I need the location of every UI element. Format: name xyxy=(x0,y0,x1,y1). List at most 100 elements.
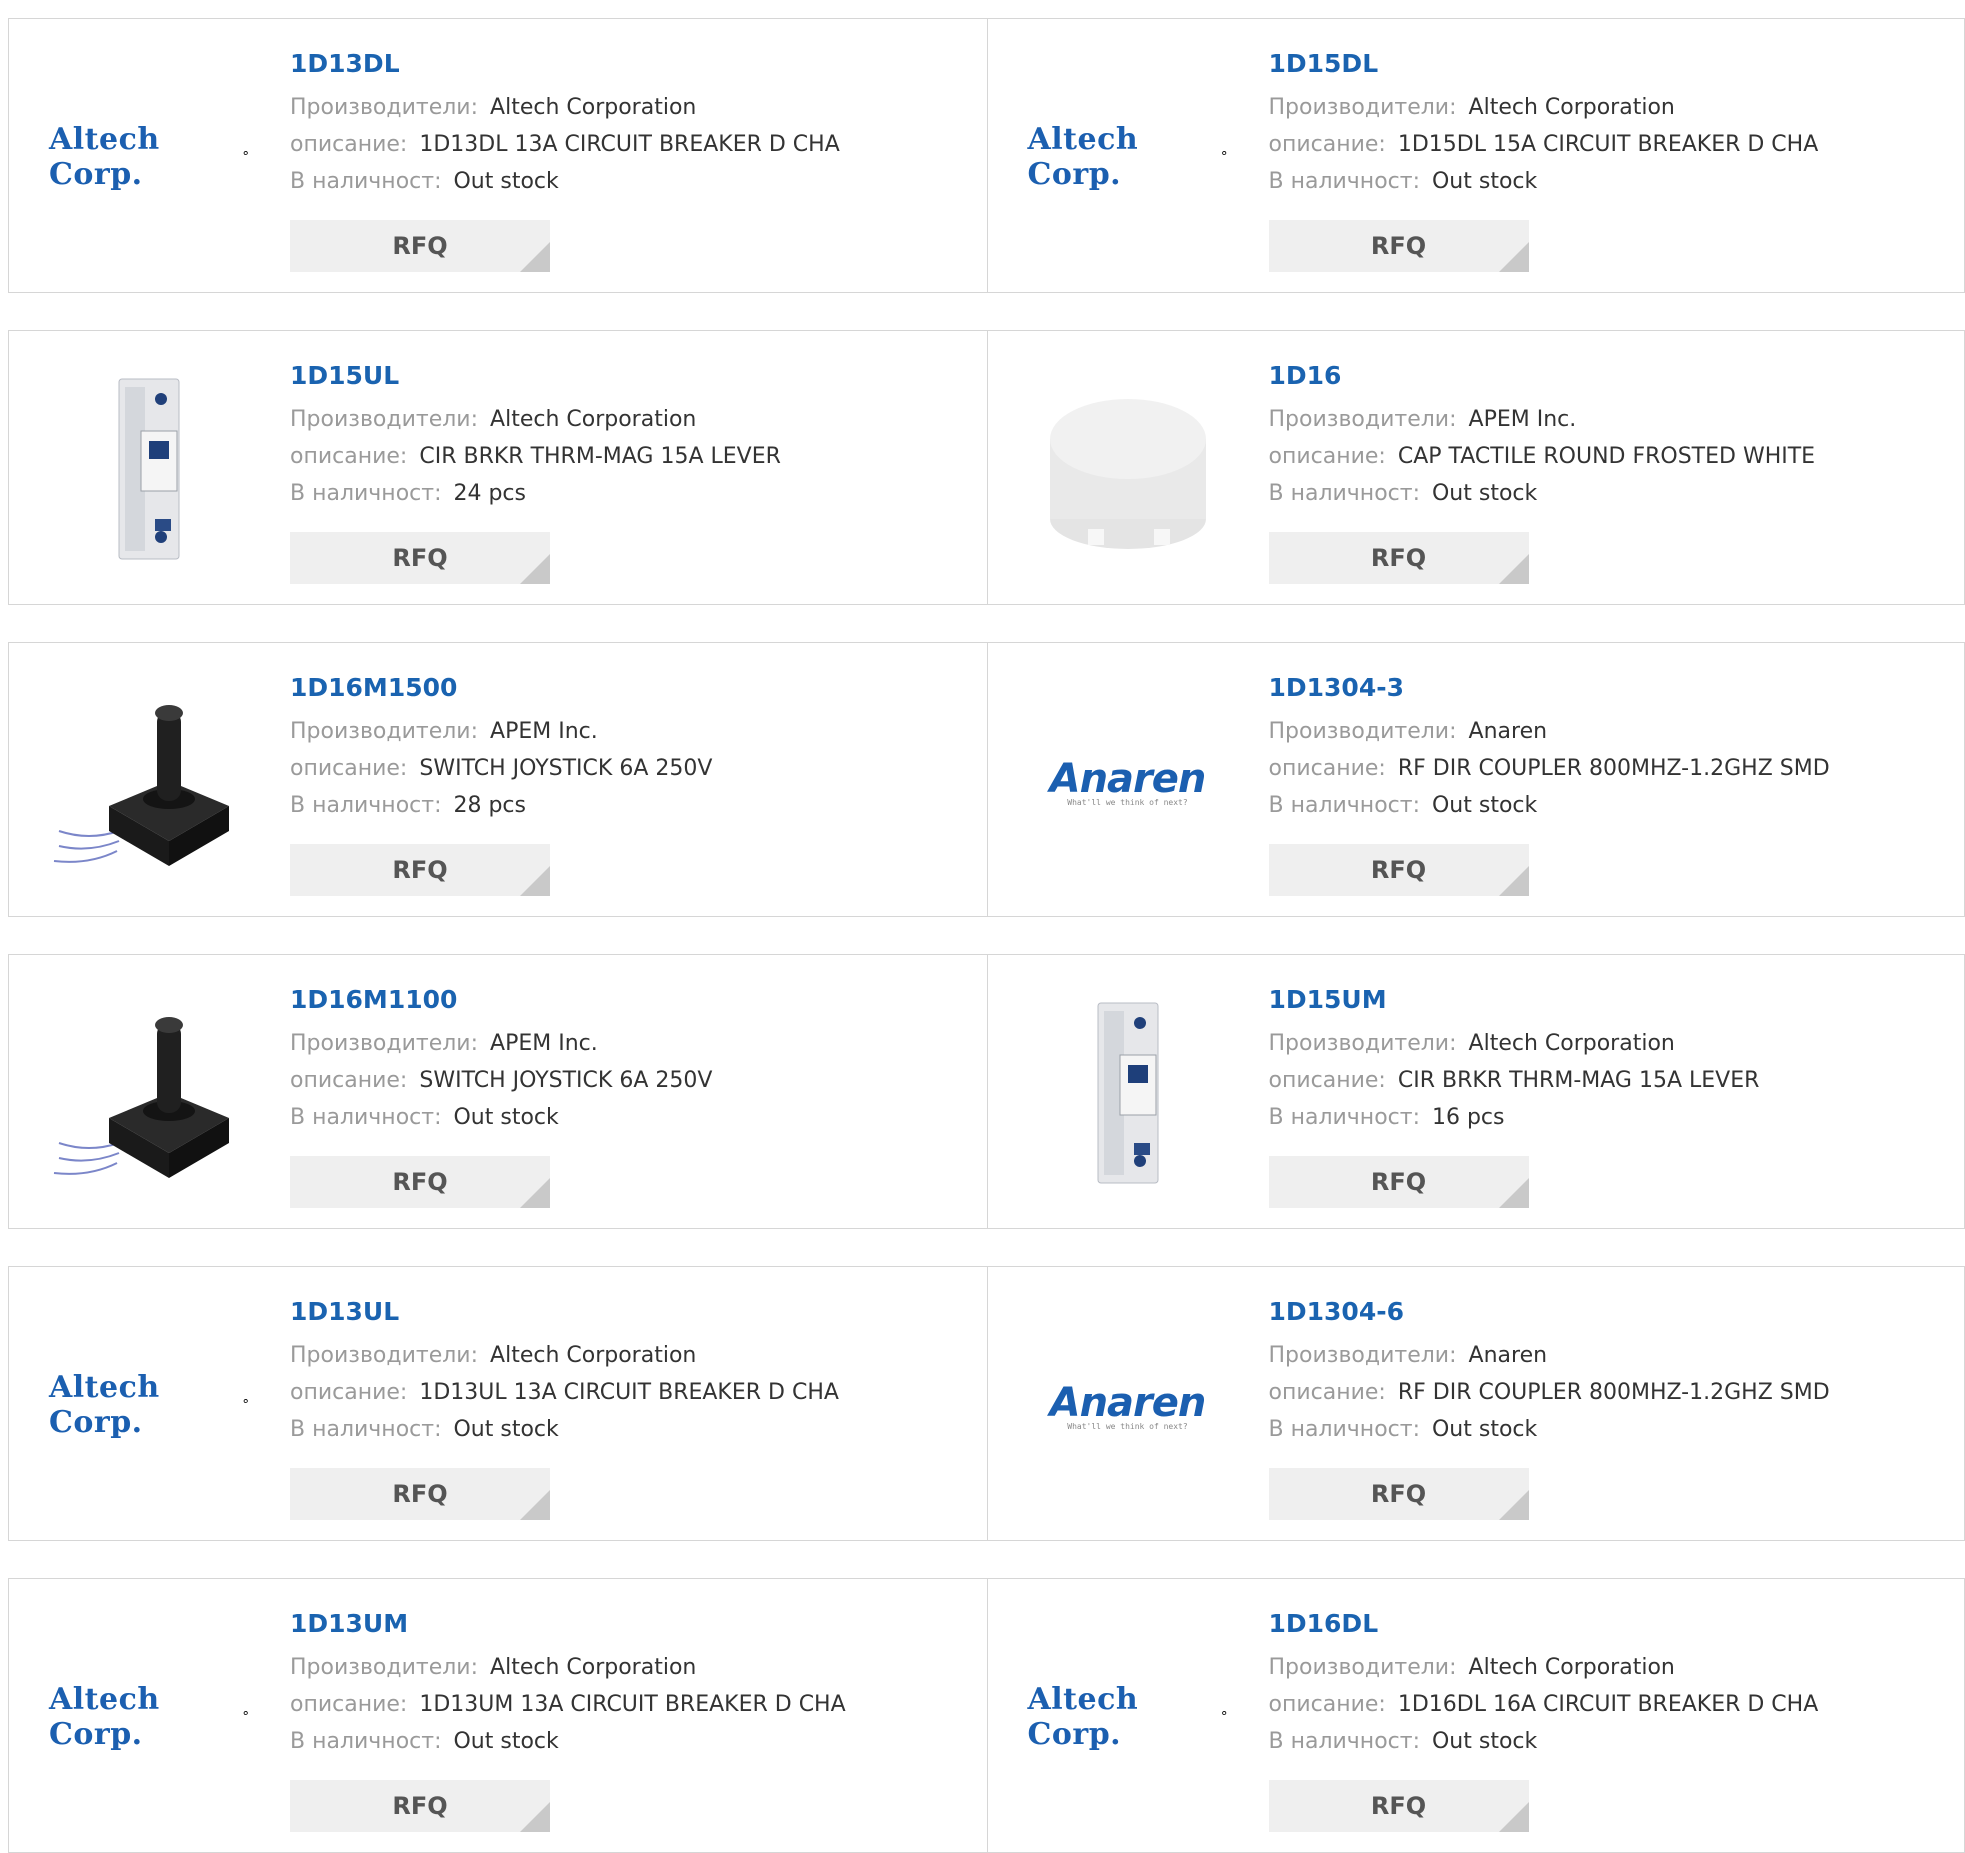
product-card: 1D15UL Производители: Altech Corporation оп… xyxy=(9,331,987,604)
rfq-button-label: RFQ xyxy=(392,1792,448,1820)
manufacturer-line: Производители: Altech Corporation xyxy=(290,1337,977,1374)
manufacturer-label: Производители: xyxy=(290,1343,479,1368)
part-number-link[interactable]: 1D1304-6 xyxy=(1269,1297,1955,1327)
product-card: Anaren What'll we think of next? 1D1304-3 П… xyxy=(986,643,1965,916)
rfq-corner-decoration xyxy=(520,1178,550,1208)
joystick-photo[interactable] xyxy=(49,993,249,1193)
product-card: Altech Corp. ° 1D13UL Производители: Altech … xyxy=(9,1267,987,1540)
stock-line: В наличност: Out stock xyxy=(1269,475,1955,512)
part-number-link[interactable]: 1D16DL xyxy=(1269,1609,1955,1639)
rfq-button[interactable]: RFQ xyxy=(1268,1468,1529,1520)
manufacturer-label: Производители: xyxy=(1268,1343,1457,1368)
rfq-corner-decoration xyxy=(520,1490,550,1520)
rfq-button-label: RFQ xyxy=(1370,856,1427,884)
stock-value: Out stock xyxy=(453,1729,559,1754)
part-number-link[interactable]: 1D13DL xyxy=(290,49,977,79)
rfq-button[interactable]: RFQ xyxy=(1268,1780,1529,1832)
altech-logo[interactable]: Altech Corp. ° xyxy=(49,1617,249,1817)
product-info: 1D15UM Производители: Altech Corporation оп… xyxy=(1269,985,1955,1136)
description-label: описание: xyxy=(290,1692,408,1717)
rfq-button[interactable]: RFQ xyxy=(290,844,550,896)
rfq-corner-decoration xyxy=(520,554,550,584)
description-value: 1D13UM 13A CIRCUIT BREAKER D CHA xyxy=(419,1692,846,1717)
manufacturer-value: Anaren xyxy=(1468,1343,1548,1368)
rfq-button-label: RFQ xyxy=(392,856,448,884)
rfq-button[interactable]: RFQ xyxy=(1268,844,1529,896)
stock-label: В наличност: xyxy=(1268,481,1420,506)
manufacturer-label: Производители: xyxy=(290,1655,479,1680)
description-label: описание: xyxy=(290,132,408,157)
anaren-logo-tagline: What'll we think of next? xyxy=(1067,1421,1188,1431)
anaren-logo[interactable]: Anaren What'll we think of next? xyxy=(1028,681,1228,881)
rfq-button[interactable]: RFQ xyxy=(1268,532,1529,584)
manufacturer-line: Производители: Altech Corporation xyxy=(290,1649,977,1686)
manufacturer-line: Производители: APEM Inc. xyxy=(290,1025,977,1062)
altech-logo[interactable]: Altech Corp. ° xyxy=(49,57,249,257)
altech-logo[interactable]: Altech Corp. ° xyxy=(49,1305,249,1505)
rfq-button[interactable]: RFQ xyxy=(1268,1156,1529,1208)
part-number-link[interactable]: 1D15DL xyxy=(1269,49,1955,79)
rfq-corner-decoration xyxy=(1498,1490,1529,1520)
product-row: 1D15UL Производители: Altech Corporation оп… xyxy=(8,330,1965,605)
rfq-button[interactable]: RFQ xyxy=(290,532,550,584)
product-info: 1D13UM Производители: Altech Corporation оп… xyxy=(290,1609,977,1760)
description-value: CIR BRKR THRM-MAG 15A LEVER xyxy=(1397,1068,1760,1093)
description-value: 1D13UL 13A CIRCUIT BREAKER D CHA xyxy=(419,1380,839,1405)
rfq-button[interactable]: RFQ xyxy=(290,1780,550,1832)
part-number-link[interactable]: 1D13UL xyxy=(290,1297,977,1327)
rfq-button-label: RFQ xyxy=(1370,232,1427,260)
part-number-link[interactable]: 1D1304-3 xyxy=(1269,673,1955,703)
product-row: Altech Corp. ° 1D13UL Производители: Altech … xyxy=(8,1266,1965,1541)
description-label: описание: xyxy=(290,756,408,781)
part-number-link[interactable]: 1D15UL xyxy=(290,361,977,391)
product-card: Altech Corp. ° 1D13UM Производители: Altech … xyxy=(9,1579,987,1852)
rfq-button-label: RFQ xyxy=(1370,1480,1427,1508)
part-number-link[interactable]: 1D13UM xyxy=(290,1609,977,1639)
joystick-photo-image xyxy=(53,705,229,866)
anaren-logo[interactable]: Anaren What'll we think of next? xyxy=(1028,1305,1228,1505)
description-line: описание: RF DIR COUPLER 800MHZ-1.2GHZ SM… xyxy=(1269,750,1955,787)
manufacturer-label: Производители: xyxy=(290,1031,479,1056)
manufacturer-value: APEM Inc. xyxy=(490,1031,598,1056)
stock-line: В наличност: 28 pcs xyxy=(290,787,977,824)
product-info: 1D16 Производители: APEM Inc. описание: CAP … xyxy=(1269,361,1955,512)
manufacturer-line: Производители: Altech Corporation xyxy=(1269,1025,1955,1062)
product-card: Altech Corp. ° 1D16DL Производители: Altech … xyxy=(986,1579,1965,1852)
description-label: описание: xyxy=(290,444,408,469)
stock-label: В наличност: xyxy=(1268,169,1420,194)
rfq-button-label: RFQ xyxy=(1370,1168,1427,1196)
description-value: CAP TACTILE ROUND FROSTED WHITE xyxy=(1397,444,1816,469)
product-card: 1D15UM Производители: Altech Corporation оп… xyxy=(986,955,1965,1228)
part-number-link[interactable]: 1D16M1100 xyxy=(290,985,977,1015)
tactile-cap-photo[interactable] xyxy=(1028,369,1228,569)
circuit-breaker-photo[interactable] xyxy=(49,369,249,569)
rfq-button-label: RFQ xyxy=(392,544,448,572)
part-number-link[interactable]: 1D16 xyxy=(1269,361,1955,391)
altech-logo[interactable]: Altech Corp. ° xyxy=(1028,1617,1228,1817)
rfq-button[interactable]: RFQ xyxy=(290,220,550,272)
description-line: описание: SWITCH JOYSTICK 6A 250V xyxy=(290,1062,977,1099)
stock-line: В наличност: Out stock xyxy=(290,1723,977,1760)
stock-value: 24 pcs xyxy=(453,481,526,506)
product-card: Anaren What'll we think of next? 1D1304-6 П… xyxy=(986,1267,1965,1540)
stock-value: Out stock xyxy=(1431,793,1538,818)
joystick-photo[interactable] xyxy=(49,681,249,881)
rfq-button[interactable]: RFQ xyxy=(290,1468,550,1520)
altech-logo[interactable]: Altech Corp. ° xyxy=(1028,57,1228,257)
circuit-breaker-photo[interactable] xyxy=(1028,993,1228,1193)
product-row: 1D16M1500 Производители: APEM Inc. описание… xyxy=(8,642,1965,917)
manufacturer-line: Производители: Altech Corporation xyxy=(290,401,977,438)
rfq-corner-decoration xyxy=(520,1802,550,1832)
joystick-photo-image xyxy=(53,1017,229,1178)
manufacturer-line: Производители: Altech Corporation xyxy=(1269,89,1955,126)
stock-line: В наличност: Out stock xyxy=(1269,787,1955,824)
description-line: описание: 1D13UL 13A CIRCUIT BREAKER D CH… xyxy=(290,1374,977,1411)
stock-line: В наличност: 24 pcs xyxy=(290,475,977,512)
description-label: описание: xyxy=(290,1380,408,1405)
part-number-link[interactable]: 1D15UM xyxy=(1269,985,1955,1015)
part-number-link[interactable]: 1D16M1500 xyxy=(290,673,977,703)
rfq-button[interactable]: RFQ xyxy=(290,1156,550,1208)
rfq-button-label: RFQ xyxy=(392,1480,448,1508)
manufacturer-value: Altech Corporation xyxy=(1468,1031,1675,1056)
rfq-button[interactable]: RFQ xyxy=(1268,220,1529,272)
